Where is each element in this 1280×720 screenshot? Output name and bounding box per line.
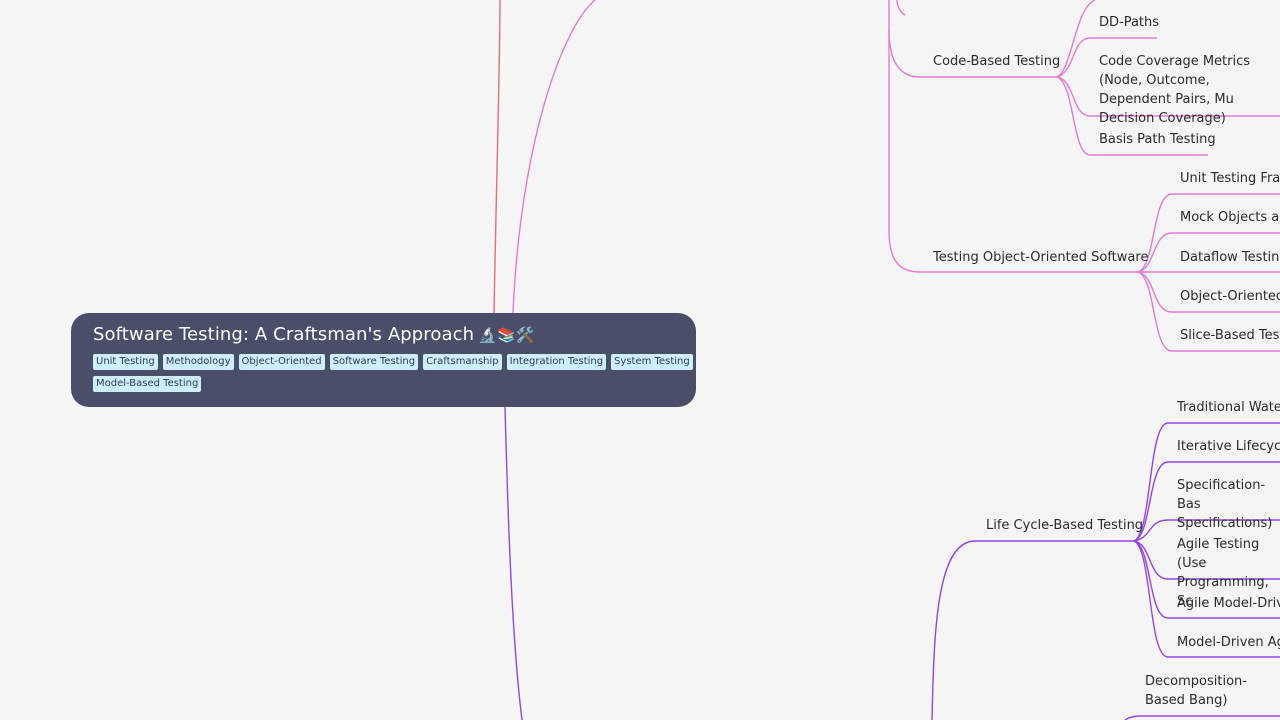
node-mock-objects[interactable]: Mock Objects and: [1180, 208, 1280, 227]
root-emoji-icon: 🔬📚🛠️: [478, 326, 535, 344]
connector-root-pink: [512, 0, 596, 314]
connector-decomposition: [1124, 715, 1280, 720]
node-model-driven-agile[interactable]: Model-Driven Agi: [1177, 633, 1280, 652]
connector-lc-md-agile: [1133, 540, 1169, 658]
node-agile-model-driven[interactable]: Agile Model-Drive: [1177, 594, 1280, 613]
connector-oo-objoriented: [1137, 271, 1173, 313]
node-decomposition-based[interactable]: Decomposition-Based Bang): [1145, 672, 1280, 710]
node-dataflow-testing[interactable]: Dataflow Testing: [1180, 248, 1280, 267]
node-object-oriented[interactable]: Object-Oriented: [1180, 287, 1280, 306]
node-code-based-testing[interactable]: Code-Based Testing: [933, 52, 1060, 71]
node-iterative-lifecycle[interactable]: Iterative Lifecycle: [1177, 437, 1280, 456]
connector-cb-basis: [1056, 76, 1091, 156]
tag-chip[interactable]: Unit Testing: [93, 354, 158, 370]
root-node[interactable]: Software Testing: A Craftsman's Approach…: [71, 313, 696, 407]
node-life-cycle-based-testing[interactable]: Life Cycle-Based Testing: [986, 516, 1143, 535]
tag-chip[interactable]: Model-Based Testing: [93, 376, 202, 392]
node-unit-testing-frameworks[interactable]: Unit Testing Fram: [1180, 169, 1280, 188]
connector-purple-lifecycle: [931, 540, 976, 720]
connector-pink-code-based: [888, 29, 921, 78]
tag-chip[interactable]: Software Testing: [329, 354, 419, 370]
tag-chip[interactable]: Craftsmanship: [423, 354, 502, 370]
tag-chip[interactable]: System Testing: [611, 354, 693, 370]
node-dd-paths[interactable]: DD-Paths: [1099, 13, 1159, 32]
connector-root-red: [493, 0, 501, 314]
connector-root-purple: [504, 406, 523, 720]
tag-chip[interactable]: Integration Testing: [506, 354, 607, 370]
tag-chip[interactable]: Object-Oriented: [238, 354, 325, 370]
tag-chip[interactable]: Methodology: [162, 354, 234, 370]
connector-pink-trunk: [888, 0, 921, 273]
root-tags: Unit Testing Methodology Object-Oriented So…: [93, 354, 693, 392]
connector-pink-top-stub: [896, 0, 906, 16]
node-specification-based[interactable]: Specification-Bas Specifications): [1177, 476, 1280, 533]
root-title: Software Testing: A Craftsman's Approach…: [93, 323, 674, 347]
node-code-coverage-metrics[interactable]: Code Coverage Metrics (Node, Outcome, De…: [1099, 52, 1280, 128]
node-traditional-waterfall[interactable]: Traditional Water: [1177, 398, 1280, 417]
node-slice-based-testing[interactable]: Slice-Based Testi: [1180, 326, 1280, 345]
connector-cb-coverage: [1056, 76, 1091, 117]
root-title-text: Software Testing: A Craftsman's Approach: [93, 324, 475, 345]
node-basis-path-testing[interactable]: Basis Path Testing: [1099, 130, 1216, 149]
node-testing-oo-software[interactable]: Testing Object-Oriented Software: [933, 248, 1148, 267]
